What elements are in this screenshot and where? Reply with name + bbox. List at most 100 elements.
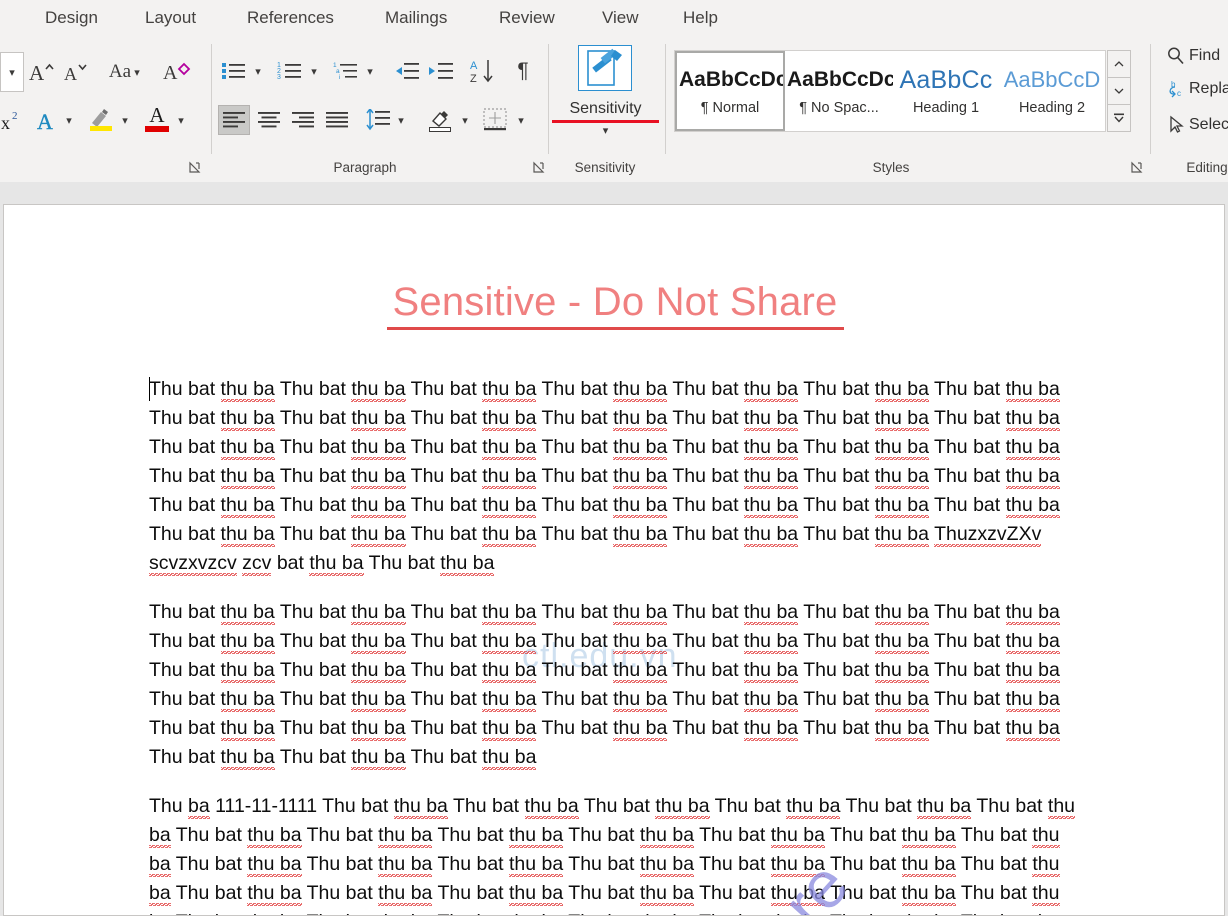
paragraph-dialog-launcher[interactable]: [532, 161, 545, 174]
ribbon-tab-help[interactable]: Help: [676, 4, 725, 32]
document-page[interactable]: ctl.edu.vn Sensitive - Do Not Share Thu …: [3, 204, 1225, 916]
body-text-run: Thu bat: [798, 688, 875, 710]
bullets-button[interactable]: [219, 56, 249, 86]
styles-more-button[interactable]: [1107, 104, 1131, 132]
body-text-run: Thu bat: [928, 659, 1006, 681]
styles-scroll-up-button[interactable]: [1107, 50, 1131, 78]
body-text-run: Thu bat: [928, 630, 1006, 652]
chevron-down-icon[interactable]: [251, 56, 265, 86]
chevron-down-icon[interactable]: [514, 105, 528, 135]
chevron-down-icon[interactable]: [174, 104, 188, 136]
ribbon-tab-review[interactable]: Review: [492, 4, 562, 32]
styles-scroll-down-button[interactable]: [1107, 77, 1131, 105]
align-left-icon: [223, 112, 245, 128]
style-item-heading-2[interactable]: AaBbCcD Heading 2: [999, 51, 1105, 131]
misspelled-word: thu ba: [351, 465, 406, 489]
misspelled-word: thu ba: [743, 523, 799, 547]
grow-font-button[interactable]: A: [28, 56, 56, 88]
body-text-run: Thu bat: [928, 465, 1006, 487]
document-body[interactable]: Thu bat thu ba Thu bat thu ba Thu bat th…: [149, 375, 1081, 915]
style-item-normal[interactable]: AaBbCcDc ¶ Normal: [675, 51, 785, 131]
increase-indent-button[interactable]: [426, 56, 456, 86]
font-color-button[interactable]: A: [142, 100, 172, 136]
text-effects-button[interactable]: A: [32, 104, 62, 136]
numbering-button[interactable]: 1 2 3: [275, 56, 305, 86]
replace-button[interactable]: b c Repla: [1163, 79, 1228, 99]
ribbon-tab-mailings[interactable]: Mailings: [378, 4, 454, 32]
misspelled-word: thu ba: [247, 911, 302, 915]
text-highlight-button[interactable]: [86, 100, 116, 136]
misspelled-word: thu ba: [613, 659, 668, 683]
body-text-run: Thu: [149, 795, 189, 817]
style-item-no-spac[interactable]: AaBbCcDc ¶ No Spac...: [785, 51, 893, 131]
misspelled-word: thu ba: [743, 378, 799, 402]
misspelled-word: thu ba: [482, 494, 537, 518]
change-case-button[interactable]: Aa: [98, 56, 142, 88]
chevron-down-icon[interactable]: [62, 104, 76, 136]
font-dialog-launcher[interactable]: [188, 161, 201, 174]
misspelled-word: thu ba: [524, 795, 579, 819]
superscript-button[interactable]: x 2: [0, 104, 26, 136]
body-text-run: Thu bat: [536, 688, 614, 710]
borders-button[interactable]: [480, 103, 512, 137]
ribbon-tab-view[interactable]: View: [595, 4, 646, 32]
sensitivity-icon-box[interactable]: [578, 45, 632, 91]
misspelled-word: thu ba: [901, 882, 956, 906]
misspelled-word: thu ba: [351, 436, 406, 460]
shrink-font-button[interactable]: A: [62, 56, 90, 88]
align-right-button[interactable]: [287, 105, 319, 135]
chevron-down-icon[interactable]: [458, 105, 472, 135]
body-text-run: Thu bat: [798, 378, 875, 400]
svg-text:3: 3: [277, 74, 281, 81]
font-size-box[interactable]: ▾: [0, 52, 24, 92]
ribbon-tab-design[interactable]: Design: [38, 4, 105, 32]
body-text-run: Thu bat: [149, 465, 221, 487]
chevron-down-icon[interactable]: [130, 56, 144, 88]
body-text-run: Thu bat: [956, 911, 1033, 915]
align-left-button[interactable]: [218, 105, 250, 135]
misspelled-word: thu ba: [509, 911, 564, 915]
shading-button[interactable]: [424, 103, 456, 137]
clear-formatting-button[interactable]: A: [160, 56, 196, 88]
document-paragraph[interactable]: Thu bat thu ba Thu bat thu ba Thu bat th…: [149, 598, 1081, 772]
align-center-button[interactable]: [253, 105, 285, 135]
document-paragraph[interactable]: Thu bat thu ba Thu bat thu ba Thu bat th…: [149, 375, 1081, 578]
show-formatting-marks-button[interactable]: ¶: [508, 56, 538, 86]
sensitivity-label[interactable]: Sensitivity: [552, 100, 659, 118]
body-text-run: Thu bat: [405, 494, 483, 516]
body-text-run: Thu bat: [536, 494, 614, 516]
document-canvas[interactable]: ctl.edu.vn Sensitive - Do Not Share Thu …: [0, 182, 1228, 916]
chevron-down-icon[interactable]: [307, 56, 321, 86]
styles-dialog-launcher[interactable]: [1130, 161, 1143, 174]
ribbon-tab-references[interactable]: References: [240, 4, 341, 32]
body-text-run: Thu bat: [667, 688, 744, 710]
chevron-down-icon[interactable]: [394, 105, 408, 135]
select-button[interactable]: Selec: [1163, 115, 1228, 135]
misspelled-word: thu ba: [351, 407, 406, 431]
misspelled-word: thu ba: [509, 853, 564, 877]
styles-gallery[interactable]: AaBbCcDc ¶ Normal AaBbCcDc ¶ No Spac... AaBb…: [674, 50, 1106, 132]
sort-button[interactable]: A Z: [466, 54, 498, 88]
body-text-run: 111-11-1111: [209, 795, 323, 817]
decrease-indent-button[interactable]: [392, 56, 422, 86]
justify-button[interactable]: [321, 105, 353, 135]
line-spacing-button[interactable]: [362, 105, 394, 135]
body-text-run: Thu bat: [928, 717, 1006, 739]
chevron-down-icon[interactable]: [118, 104, 132, 136]
misspelled-word: thu ba: [1005, 378, 1060, 402]
misspelled-word: zcv: [242, 552, 272, 576]
body-text-run: Thu bat: [694, 882, 771, 904]
find-button[interactable]: Find: [1163, 46, 1220, 66]
multilevel-list-button[interactable]: 1 a i: [331, 56, 361, 86]
document-title: Sensitive - Do Not Share: [4, 279, 1224, 330]
styles-scroll-buttons[interactable]: [1107, 50, 1131, 132]
sensitivity-dropdown-chevron-down-icon[interactable]: ▾: [552, 124, 659, 137]
find-label: Find: [1189, 47, 1221, 64]
document-paragraph[interactable]: Thu ba 111-11-1111 Thu bat thu ba Thu ba…: [149, 792, 1081, 915]
group-separator: [1150, 44, 1151, 154]
chevron-down-icon[interactable]: [363, 56, 377, 86]
ribbon-tab-layout[interactable]: Layout: [138, 4, 203, 32]
misspelled-word: thu ba: [1005, 407, 1060, 431]
misspelled-word: thu ba: [220, 407, 275, 431]
style-item-heading-1[interactable]: AaBbCc Heading 1: [893, 51, 999, 131]
